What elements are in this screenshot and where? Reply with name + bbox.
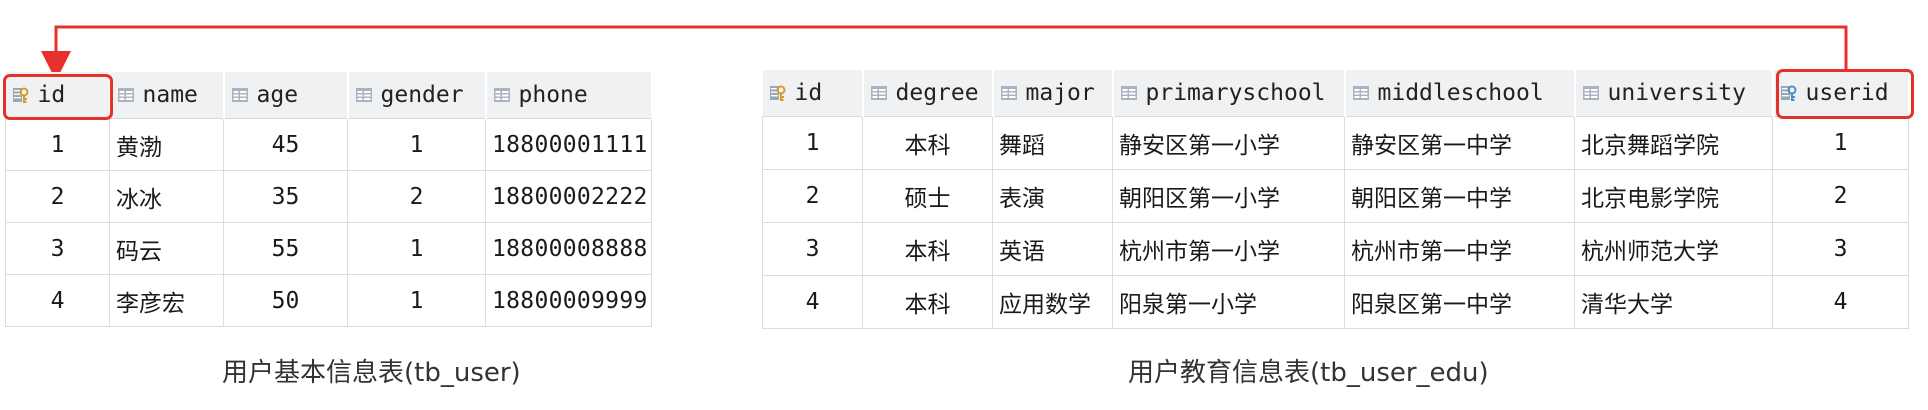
- table-row[interactable]: 2 硕士 表演 朝阳区第一小学 朝阳区第一中学 北京电影学院 2: [762, 169, 1909, 223]
- table-cell-phone[interactable]: 18800008888: [485, 222, 652, 275]
- table-cell-middleschool[interactable]: 杭州市第一中学: [1344, 222, 1575, 276]
- column-icon: [1000, 84, 1018, 102]
- primary-key-icon: [769, 84, 787, 102]
- table-cell-degree[interactable]: 本科: [862, 275, 993, 329]
- table-cell-middleschool[interactable]: 静安区第一中学: [1344, 116, 1575, 170]
- table-cell-primaryschool[interactable]: 静安区第一小学: [1112, 116, 1345, 170]
- table-cell-name[interactable]: 黄渤: [109, 118, 224, 171]
- table-cell-age[interactable]: 50: [223, 274, 348, 327]
- table-cell-name[interactable]: 码云: [109, 222, 224, 275]
- table-cell-major[interactable]: 舞蹈: [992, 116, 1113, 170]
- table-cell-phone[interactable]: 18800001111: [485, 118, 652, 171]
- column-header-label: id: [794, 80, 823, 106]
- column-header-label: age: [256, 82, 299, 108]
- column-header-label: major: [1025, 80, 1095, 106]
- table-cell-userid[interactable]: 2: [1772, 169, 1909, 223]
- edu-table-header: id degree major primaryschool middleschool un…: [762, 70, 1910, 117]
- table-cell-university[interactable]: 清华大学: [1574, 275, 1773, 329]
- table-cell-age[interactable]: 45: [223, 118, 348, 171]
- column-header-age[interactable]: age: [223, 72, 349, 119]
- table-cell-name[interactable]: 冰冰: [109, 170, 224, 223]
- table-cell-gender[interactable]: 1: [347, 274, 486, 327]
- table-cell-id[interactable]: 3: [5, 222, 110, 275]
- table-cell-age[interactable]: 35: [223, 170, 348, 223]
- column-header-label: university: [1607, 80, 1746, 106]
- column-header-name[interactable]: name: [109, 72, 225, 119]
- column-icon: [1352, 84, 1370, 102]
- edu-table-body: 1 本科 舞蹈 静安区第一小学 静安区第一中学 北京舞蹈学院 1 2 硕士 表演 朝阳区第一小学 朝阳…: [762, 116, 1909, 329]
- table-cell-university[interactable]: 杭州师范大学: [1574, 222, 1773, 276]
- table-row[interactable]: 3 本科 英语 杭州市第一小学 杭州市第一中学 杭州师范大学 3: [762, 222, 1909, 276]
- table-cell-gender[interactable]: 2: [347, 170, 486, 223]
- column-icon: [870, 84, 888, 102]
- user-table-caption: 用户基本信息表(tb_user): [222, 358, 521, 388]
- table-cell-userid[interactable]: 3: [1772, 222, 1909, 276]
- table-cell-id[interactable]: 4: [5, 274, 110, 327]
- table-cell-middleschool[interactable]: 朝阳区第一中学: [1344, 169, 1575, 223]
- user-table-body: 1 黄渤 45 1 18800001111 2 冰冰 35 2 18800002222 3 码云 55 1…: [5, 118, 652, 327]
- table-cell-id[interactable]: 4: [762, 275, 863, 329]
- column-header-phone[interactable]: phone: [485, 72, 653, 119]
- table-cell-id[interactable]: 2: [5, 170, 110, 223]
- table-cell-primaryschool[interactable]: 杭州市第一小学: [1112, 222, 1345, 276]
- table-cell-middleschool[interactable]: 阳泉区第一中学: [1344, 275, 1575, 329]
- table-cell-id[interactable]: 2: [762, 169, 863, 223]
- table-cell-id[interactable]: 1: [762, 116, 863, 170]
- connector-line: [41, 25, 1848, 81]
- column-icon: [1120, 84, 1138, 102]
- column-icon: [355, 86, 373, 104]
- table-cell-gender[interactable]: 1: [347, 118, 486, 171]
- column-header-label: name: [142, 82, 198, 108]
- user-id-highlight: [3, 74, 113, 120]
- column-header-degree[interactable]: degree: [862, 70, 994, 117]
- table-cell-phone[interactable]: 18800009999: [485, 274, 652, 327]
- table-cell-university[interactable]: 北京电影学院: [1574, 169, 1773, 223]
- edu-table: id degree major primaryschool middleschool un…: [762, 70, 1910, 329]
- table-cell-degree[interactable]: 本科: [862, 116, 993, 170]
- column-header-label: primaryschool: [1145, 80, 1326, 106]
- table-cell-primaryschool[interactable]: 阳泉第一小学: [1112, 275, 1345, 329]
- column-header-label: degree: [895, 80, 979, 106]
- table-row[interactable]: 1 黄渤 45 1 18800001111: [5, 118, 652, 171]
- column-header-label: phone: [518, 82, 588, 108]
- table-cell-primaryschool[interactable]: 朝阳区第一小学: [1112, 169, 1345, 223]
- column-icon: [231, 86, 249, 104]
- table-row[interactable]: 1 本科 舞蹈 静安区第一小学 静安区第一中学 北京舞蹈学院 1: [762, 116, 1909, 170]
- table-cell-userid[interactable]: 4: [1772, 275, 1909, 329]
- column-header-major[interactable]: major: [992, 70, 1114, 117]
- table-cell-major[interactable]: 英语: [992, 222, 1113, 276]
- column-header-label: gender: [380, 82, 464, 108]
- column-header-university[interactable]: university: [1574, 70, 1774, 117]
- column-header-gender[interactable]: gender: [347, 72, 487, 119]
- table-cell-major[interactable]: 应用数学: [992, 275, 1113, 329]
- column-header-primaryschool[interactable]: primaryschool: [1112, 70, 1346, 117]
- edu-userid-highlight: [1776, 69, 1914, 119]
- table-cell-degree[interactable]: 硕士: [862, 169, 993, 223]
- table-cell-age[interactable]: 55: [223, 222, 348, 275]
- table-row[interactable]: 4 李彦宏 50 1 18800009999: [5, 274, 652, 327]
- column-icon: [493, 86, 511, 104]
- table-row[interactable]: 2 冰冰 35 2 18800002222: [5, 170, 652, 223]
- table-cell-name[interactable]: 李彦宏: [109, 274, 224, 327]
- column-header-middleschool[interactable]: middleschool: [1344, 70, 1576, 117]
- column-icon: [117, 86, 135, 104]
- table-cell-phone[interactable]: 18800002222: [485, 170, 652, 223]
- column-header-label: middleschool: [1377, 80, 1544, 106]
- table-cell-university[interactable]: 北京舞蹈学院: [1574, 116, 1773, 170]
- table-row[interactable]: 3 码云 55 1 18800008888: [5, 222, 652, 275]
- column-header-id[interactable]: id: [762, 70, 864, 117]
- table-cell-degree[interactable]: 本科: [862, 222, 993, 276]
- edu-table-caption: 用户教育信息表(tb_user_edu): [1128, 358, 1489, 388]
- table-cell-userid[interactable]: 1: [1772, 116, 1909, 170]
- column-icon: [1582, 84, 1600, 102]
- table-cell-id[interactable]: 3: [762, 222, 863, 276]
- table-cell-id[interactable]: 1: [5, 118, 110, 171]
- table-cell-major[interactable]: 表演: [992, 169, 1113, 223]
- table-cell-gender[interactable]: 1: [347, 222, 486, 275]
- table-row[interactable]: 4 本科 应用数学 阳泉第一小学 阳泉区第一中学 清华大学 4: [762, 275, 1909, 329]
